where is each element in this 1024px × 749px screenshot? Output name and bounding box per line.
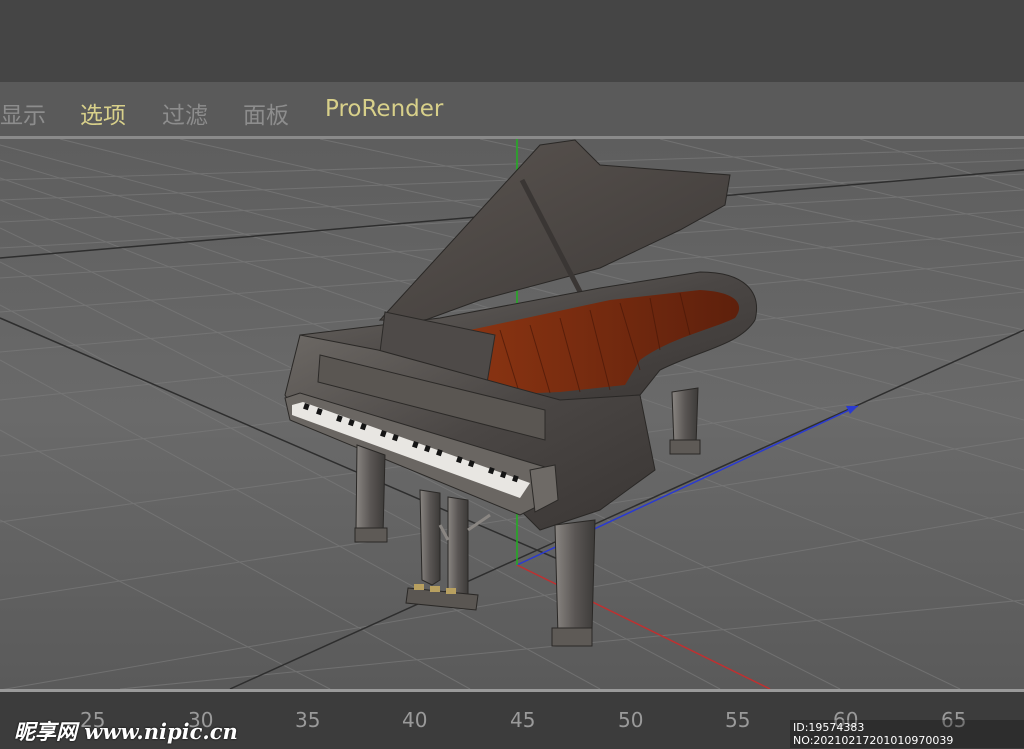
viewport-menu-bar (0, 82, 1024, 138)
window-top-bar (0, 0, 1024, 82)
menu-options[interactable]: 选项 (80, 96, 126, 130)
timeline-tick: 50 (618, 708, 644, 732)
watermark-logo: 昵享网 www.nipic.cn (14, 719, 238, 744)
menu-display[interactable]: 显示 (0, 96, 46, 130)
3d-viewport[interactable] (0, 139, 1024, 689)
timeline-tick: 55 (725, 708, 751, 732)
timeline-tick: 35 (295, 708, 321, 732)
menu-prorender[interactable]: ProRender (325, 96, 443, 122)
timeline-tick: 40 (402, 708, 428, 732)
timeline-tick: 45 (510, 708, 536, 732)
watermark-id: ID:19574383 NO:20210217201010970039 (790, 720, 1024, 748)
menu-filter[interactable]: 过滤 (162, 96, 208, 130)
menu-panel[interactable]: 面板 (243, 96, 289, 130)
viewport-scene (0, 139, 1024, 689)
